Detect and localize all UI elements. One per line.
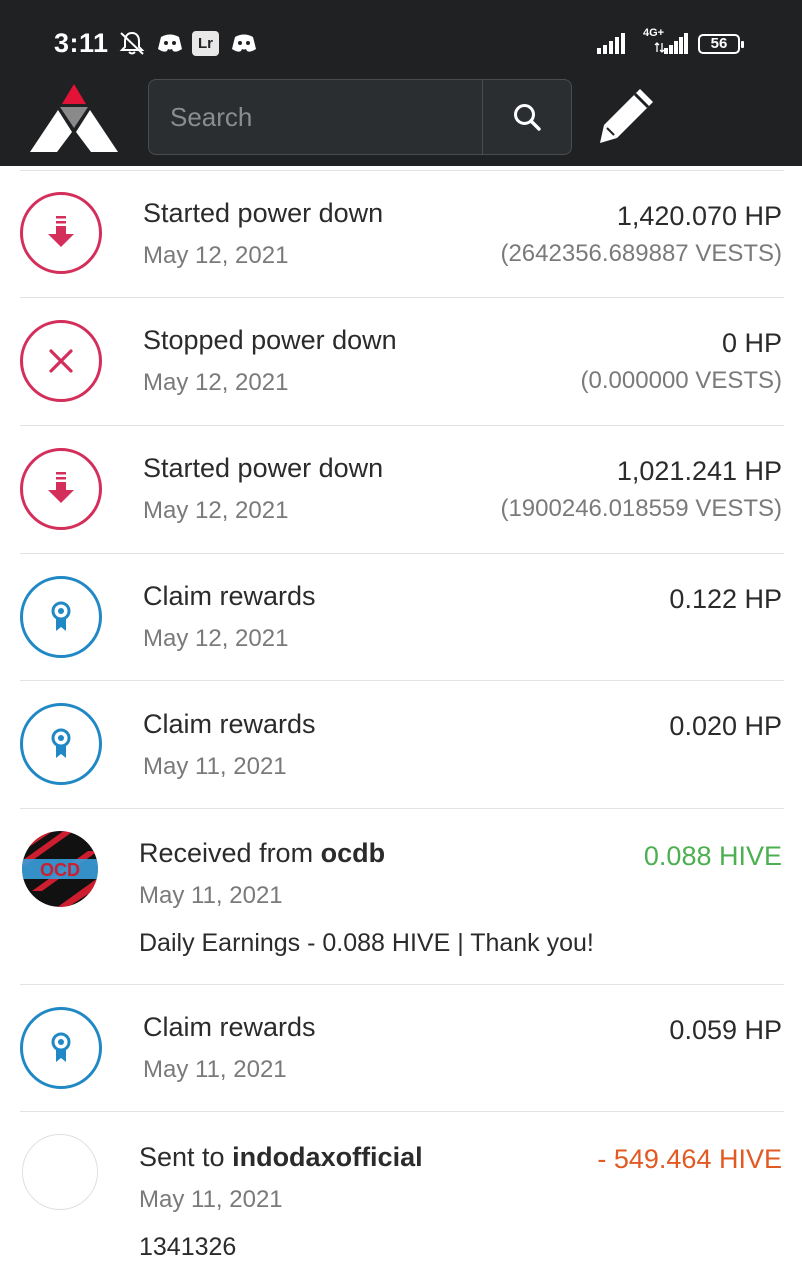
battery-indicator: 56 — [698, 34, 744, 54]
transaction-vests: (1900246.018559 VESTS) — [500, 495, 782, 522]
pencil-icon[interactable] — [598, 86, 658, 146]
transaction-date: May 11, 2021 — [139, 1186, 283, 1213]
transaction-title: Claim rewards — [143, 581, 316, 611]
discord-icon — [232, 34, 256, 52]
user-avatar[interactable] — [22, 1134, 98, 1210]
transaction-memo: Daily Earnings - 0.088 HIVE | Thank you! — [139, 929, 594, 957]
search-bar — [148, 79, 572, 155]
transaction-date: May 11, 2021 — [143, 753, 287, 780]
transaction-date: May 12, 2021 — [143, 242, 289, 269]
list-item[interactable]: Started power down May 12, 2021 1,420.07… — [0, 166, 802, 298]
transaction-amount: 0.059 HP — [669, 1015, 782, 1045]
signal-4g-icon — [654, 33, 688, 54]
transaction-amount: 0.088 HIVE — [643, 841, 782, 871]
transaction-date: May 11, 2021 — [139, 882, 283, 909]
award-icon — [20, 703, 102, 785]
ecency-logo[interactable] — [30, 84, 118, 152]
mute-notification-icon — [119, 31, 145, 55]
list-item[interactable]: Claim rewards May 11, 2021 0.020 HP — [0, 681, 802, 809]
search-input[interactable] — [149, 80, 481, 154]
transaction-title: Claim rewards — [143, 1012, 316, 1042]
stop-icon — [20, 320, 102, 402]
transaction-date: May 11, 2021 — [143, 1056, 287, 1083]
transaction-amount: 0 HP — [721, 328, 782, 358]
transaction-title-prefix: Received from — [139, 838, 321, 868]
transaction-amount: - 549.464 HIVE — [597, 1144, 782, 1174]
lightroom-icon: Lr — [192, 31, 219, 56]
search-button[interactable] — [482, 80, 571, 154]
list-item[interactable]: Claim rewards May 11, 2021 0.059 HP — [0, 985, 802, 1112]
transaction-vests: (2642356.689887 VESTS) — [500, 240, 782, 267]
search-icon — [514, 104, 541, 131]
status-bar: 3:11 Lr 4G+ 56 — [0, 0, 802, 80]
transaction-vests: (0.000000 VESTS) — [580, 367, 782, 394]
transaction-title: Received from ocdb — [139, 838, 385, 869]
award-icon — [20, 576, 102, 658]
transaction-title: Sent to indodaxofficial — [139, 1142, 423, 1173]
transaction-amount: 0.122 HP — [669, 584, 782, 614]
transaction-title-prefix: Sent to — [139, 1142, 233, 1172]
transaction-date: May 12, 2021 — [143, 497, 289, 524]
transaction-amount: 1,021.241 HP — [616, 456, 782, 486]
list-item[interactable]: Stopped power down May 12, 2021 0 HP (0.… — [0, 298, 802, 426]
power-down-icon — [20, 448, 102, 530]
transaction-title: Started power down — [143, 453, 384, 483]
list-item[interactable]: Claim rewards May 12, 2021 0.122 HP — [0, 554, 802, 681]
list-item[interactable]: Started power down May 12, 2021 1,021.24… — [0, 426, 802, 554]
list-item[interactable]: OCD Received from ocdb May 11, 2021 Dail… — [0, 809, 802, 985]
transaction-date: May 12, 2021 — [143, 369, 289, 396]
app-header: 3:11 Lr 4G+ 56 — [0, 0, 802, 166]
transaction-title: Started power down — [143, 198, 384, 228]
user-avatar[interactable]: OCD — [22, 831, 98, 907]
status-time: 3:11 — [54, 28, 109, 58]
transaction-memo: 1341326 — [139, 1233, 237, 1261]
transaction-amount: 1,420.070 HP — [616, 201, 782, 231]
list-item[interactable]: Sent to indodaxofficial May 11, 2021 134… — [0, 1112, 802, 1280]
transaction-date: May 12, 2021 — [143, 625, 289, 652]
transaction-username[interactable]: ocdb — [321, 838, 386, 868]
power-down-icon — [20, 192, 102, 274]
transaction-title: Stopped power down — [143, 325, 397, 355]
svg-text:OCD: OCD — [40, 860, 80, 880]
discord-icon — [158, 34, 182, 52]
award-icon — [20, 1007, 102, 1089]
signal-icon — [597, 33, 625, 54]
transaction-title: Claim rewards — [143, 709, 316, 739]
transaction-amount: 0.020 HP — [669, 711, 782, 741]
transaction-username[interactable]: indodaxofficial — [232, 1142, 423, 1172]
